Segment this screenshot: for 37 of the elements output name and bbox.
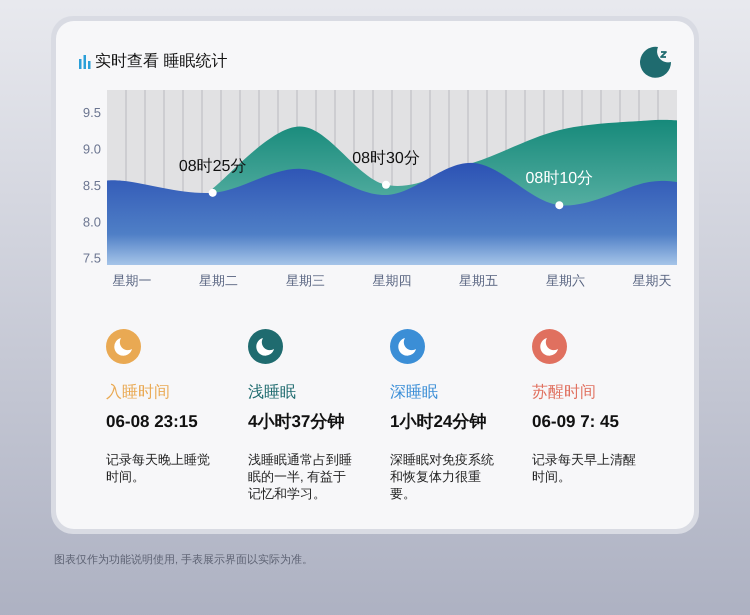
stat-label: 深睡眠 [390,382,439,403]
x-tick-label: 星期五 [459,273,498,288]
stat-description: 记录每天早上清醒时间。 [532,450,637,484]
annotation-label: 08时10分 [526,170,594,188]
moon-icon [640,45,673,78]
moon-icon [248,329,283,364]
y-tick-label: 7.5 [82,250,101,266]
stat-label: 入睡时间 [106,382,171,403]
bar-chart-icon [79,54,91,68]
x-tick-label: 星期天 [632,273,672,288]
card-title: 实时查看 睡眠统计 [95,52,228,72]
stat-label: 苏醒时间 [532,382,597,403]
stat-description: 浅睡眠通常占到睡眠的一半, 有益于记忆和学习。 [248,450,353,502]
footnote: 图表仅作为功能说明使用, 手表展示界面以实际为准。 [54,552,314,568]
x-tick-label: 星期二 [199,273,238,288]
y-tick-label: 8.0 [82,214,101,230]
x-tick-label: 星期四 [372,273,412,288]
stat-value: 06-09 7: 45 [532,411,620,433]
stat-description: 深睡眠对免疫系统和恢复体力很重要。 [390,450,495,502]
stat-value: 1小时24分钟 [390,411,488,433]
data-point [208,188,217,197]
y-tick-label: 9.5 [82,104,101,120]
data-point [382,180,390,189]
stat-value: 06-08 23:15 [106,411,199,433]
data-point [555,201,564,210]
y-tick-label: 8.5 [82,178,101,193]
moon-icon [390,329,425,364]
moon-icon [532,329,567,364]
x-tick-label: 星期一 [112,273,152,288]
stat-value: 4小时37分钟 [248,411,346,433]
x-tick-label: 星期三 [286,273,325,288]
moon-icon [106,329,141,364]
y-tick-label: 9.0 [82,141,101,156]
annotation-label: 08时30分 [352,150,420,167]
stat-label: 浅睡眠 [248,382,297,403]
stat-description: 记录每天晚上睡觉时间。 [106,450,211,484]
x-tick-label: 星期六 [546,273,585,288]
